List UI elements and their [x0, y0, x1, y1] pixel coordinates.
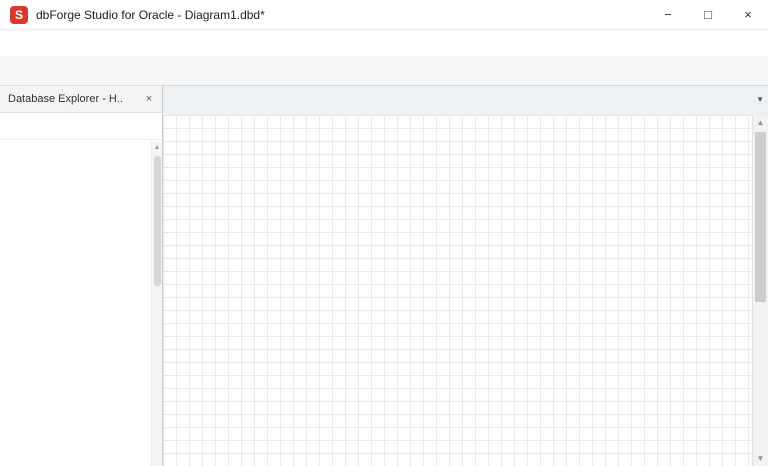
main-toolbar — [0, 56, 768, 86]
app-window: S dbForge Studio for Oracle - Diagram1.d… — [0, 0, 768, 466]
explorer-toolbar — [0, 113, 162, 140]
scroll-down-icon[interactable]: ▼ — [753, 451, 768, 466]
title-bar: S dbForge Studio for Oracle - Diagram1.d… — [0, 0, 768, 30]
close-button[interactable]: × — [728, 0, 768, 29]
menu-bar — [0, 30, 768, 56]
explorer-title: Database Explorer - H... — [8, 93, 122, 105]
scrollbar-thumb[interactable] — [755, 132, 766, 302]
document-tabstrip: ▼ — [163, 86, 768, 115]
explorer-scrollbar[interactable]: ▲ — [151, 142, 162, 466]
scroll-up-icon[interactable]: ▲ — [152, 142, 162, 153]
explorer-tree — [0, 140, 162, 466]
window-controls: − □ × — [648, 0, 768, 29]
minimize-button[interactable]: − — [648, 0, 688, 29]
explorer-close-icon[interactable]: × — [140, 93, 158, 105]
window-title: dbForge Studio for Oracle - Diagram1.dbd… — [36, 7, 265, 22]
connector-layer — [163, 115, 463, 265]
database-explorer-panel: Database Explorer - H... × ▲ — [0, 86, 163, 466]
app-logo-icon: S — [10, 5, 28, 24]
maximize-button[interactable]: □ — [688, 0, 728, 29]
canvas-vertical-scrollbar[interactable]: ▲ ▼ — [752, 115, 768, 466]
explorer-header: Database Explorer - H... × — [0, 86, 162, 113]
diagram-canvas[interactable] — [163, 115, 752, 466]
scroll-up-icon[interactable]: ▲ — [753, 115, 768, 130]
scrollbar-thumb[interactable] — [154, 156, 161, 286]
tab-list-dropdown-icon[interactable]: ▼ — [756, 95, 764, 104]
